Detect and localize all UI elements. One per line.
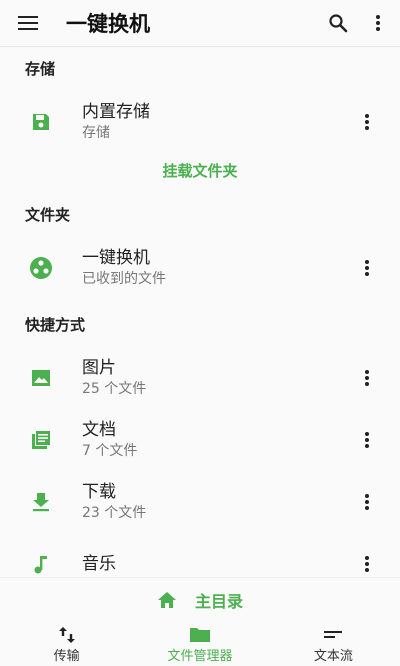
item-title: 内置存储 — [82, 102, 150, 122]
more-vert-icon — [365, 432, 369, 448]
item-more-button[interactable] — [352, 420, 382, 460]
nav-tab-transfer[interactable]: 传输 — [0, 622, 133, 666]
search-icon — [329, 14, 348, 33]
item-title: 图片 — [82, 358, 116, 378]
more-vert-icon — [365, 556, 369, 572]
item-subtitle: 存储 — [82, 125, 110, 141]
floppy-disk-icon — [33, 114, 49, 130]
list-item-downloads[interactable]: 下载 23 个文件 — [0, 471, 400, 533]
bottom-navigation: 传输 文件管理器 文本流 — [0, 622, 400, 666]
hamburger-menu-icon — [18, 16, 38, 30]
search-button[interactable] — [318, 0, 358, 46]
transfer-icon — [58, 627, 75, 643]
item-more-button[interactable] — [352, 248, 382, 288]
app-title: 一键换机 — [66, 12, 150, 36]
item-title: 一键换机 — [82, 248, 150, 268]
item-more-button[interactable] — [352, 544, 382, 577]
item-subtitle: 25 个文件 — [82, 381, 147, 397]
mount-folder-button[interactable]: 挂载文件夹 — [0, 153, 400, 189]
section-header-shortcuts: 快捷方式 — [25, 316, 86, 334]
home-directory-label: 主目录 — [194, 592, 243, 611]
folder-icon — [189, 628, 210, 642]
file-manager-list: 存储 内置存储 存储 挂载文件夹 文件夹 一键换机 已收到的文件 快捷方式 图片… — [0, 47, 400, 577]
top-app-bar: 一键换机 — [0, 0, 400, 47]
list-item-music[interactable]: 音乐 — [0, 533, 400, 577]
music-icon — [34, 556, 47, 574]
list-item-documents[interactable]: 文档 7 个文件 — [0, 409, 400, 471]
item-more-button[interactable] — [352, 358, 382, 398]
section-header-storage: 存储 — [25, 60, 56, 78]
item-title: 音乐 — [82, 554, 116, 574]
text-stream-icon — [324, 631, 343, 638]
bottom-panel: 主目录 传输 文件管理器 文本流 — [0, 577, 400, 666]
list-item-internal-storage[interactable]: 内置存储 存储 — [0, 91, 400, 153]
share-circle-icon — [30, 257, 52, 279]
home-icon — [157, 592, 176, 608]
more-vert-icon — [365, 370, 369, 386]
nav-tab-label: 文件管理器 — [167, 649, 233, 664]
item-subtitle: 23 个文件 — [82, 505, 147, 521]
download-icon — [33, 493, 49, 512]
item-subtitle: 7 个文件 — [82, 443, 138, 459]
image-icon — [32, 370, 50, 386]
nav-tab-file-manager[interactable]: 文件管理器 — [133, 622, 266, 666]
item-subtitle: 已收到的文件 — [82, 271, 166, 287]
more-vert-icon — [365, 260, 369, 276]
section-header-folders: 文件夹 — [25, 206, 71, 224]
nav-tab-label: 传输 — [53, 649, 80, 664]
screen: 一键换机 存储 内置存储 存储 挂载文件夹 文件夹 一键换机 已收到的文件 快捷… — [0, 0, 400, 666]
more-vert-icon — [376, 15, 380, 31]
item-title: 文档 — [82, 420, 116, 440]
menu-button[interactable] — [0, 0, 56, 46]
overflow-menu-button[interactable] — [358, 0, 398, 46]
documents-icon — [32, 431, 50, 449]
list-item-received-folder[interactable]: 一键换机 已收到的文件 — [0, 237, 400, 299]
nav-tab-label: 文本流 — [313, 649, 353, 664]
more-vert-icon — [365, 114, 369, 130]
item-more-button[interactable] — [352, 482, 382, 522]
more-vert-icon — [365, 494, 369, 510]
item-title: 下载 — [82, 482, 116, 502]
list-item-images[interactable]: 图片 25 个文件 — [0, 347, 400, 409]
home-directory-button[interactable]: 主目录 — [0, 578, 400, 622]
nav-tab-text-stream[interactable]: 文本流 — [267, 622, 400, 666]
item-more-button[interactable] — [352, 102, 382, 142]
